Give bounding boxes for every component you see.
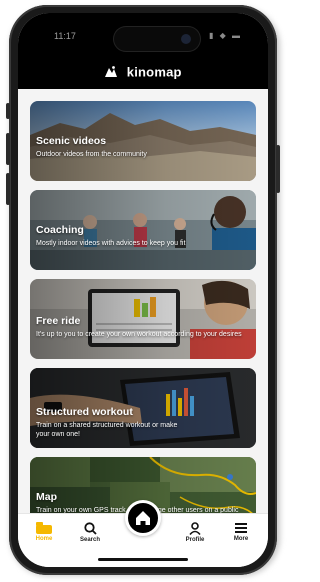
card-title: Scenic videos [36,135,107,147]
home-button[interactable] [125,500,161,536]
search-icon [83,522,97,535]
tab-profile[interactable]: Profile [175,522,215,543]
status-time: 11:17 [54,31,76,41]
profile-icon [189,522,201,535]
card-title: Free ride [36,315,81,327]
bottom-tab-bar: Home Search Profile More [18,500,268,567]
card-scenic-videos[interactable]: Scenic videos Outdoor videos from the co… [30,101,256,181]
card-title: Structured workout [36,406,133,418]
card-description: It's up to you to create your own workou… [36,331,242,338]
dynamic-island [114,27,200,51]
menu-icon [235,523,247,533]
card-coaching[interactable]: Coaching Mostly indoor videos with advic… [30,190,256,270]
tab-profile-label: Profile [185,537,205,543]
status-icons: ▮ ◆ ▬ [209,31,242,40]
card-description: Outdoor videos from the community [36,151,147,158]
kinomap-logo-icon [105,65,118,77]
tab-more[interactable]: More [221,522,261,542]
tab-home-label: Home [35,536,53,542]
house-icon [136,511,150,525]
mute-switch [6,103,10,119]
card-free-ride[interactable]: Free ride It's up to you to create your … [30,279,256,359]
app-screen: 11:17 ▮ ◆ ▬ kinomap Scenic videos Outdoo… [18,13,268,567]
card-structured-workout[interactable]: Structured workout Train on a shared str… [30,368,256,448]
tab-home[interactable]: Home [24,522,64,542]
power-button [276,145,280,193]
top-bar: 11:17 ▮ ◆ ▬ kinomap [18,13,268,89]
volume-down-button [6,173,10,205]
camera-icon [181,34,191,44]
card-description: Mostly indoor videos with advices to kee… [36,240,186,247]
card-description: Train on a shared structured workout or … [36,422,178,438]
tab-search-label: Search [79,537,100,543]
card-title: Coaching [36,224,84,236]
brand-logo: kinomap [18,63,268,81]
shelf-icon [36,522,52,534]
home-indicator[interactable] [98,558,188,561]
card-title: Map [36,491,57,503]
category-feed[interactable]: Scenic videos Outdoor videos from the co… [18,89,268,537]
tab-search[interactable]: Search [70,522,110,543]
tab-more-label: More [233,536,249,542]
brand-name: kinomap [126,64,182,80]
volume-up-button [6,133,10,165]
